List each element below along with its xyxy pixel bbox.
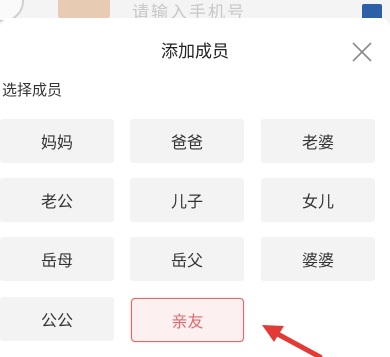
member-option-father-in-law-husband[interactable]: 公公	[0, 297, 114, 341]
member-option-husband[interactable]: 老公	[0, 178, 114, 222]
sheet-title: 添加成员	[161, 42, 229, 62]
screen: 请输入手机号 添加成员 选择成员 妈妈 爸爸 老婆 老公 儿子 女儿 岳母 岳父…	[0, 0, 390, 357]
member-option-mom[interactable]: 妈妈	[0, 119, 114, 163]
member-option-mother-in-law-wife[interactable]: 岳母	[0, 237, 114, 281]
member-option-dad[interactable]: 爸爸	[130, 119, 244, 163]
member-option-son[interactable]: 儿子	[130, 178, 244, 222]
member-option-father-in-law-wife[interactable]: 岳父	[130, 237, 244, 281]
section-label: 选择成员	[2, 81, 63, 99]
member-option-relatives-friends[interactable]: 亲友	[131, 298, 244, 342]
annotation-arrow-icon	[262, 325, 323, 357]
member-option-daughter[interactable]: 女儿	[261, 178, 375, 222]
member-option-mother-in-law-husband[interactable]: 婆婆	[261, 237, 375, 281]
close-icon[interactable]	[350, 40, 374, 64]
member-option-wife[interactable]: 老婆	[261, 119, 375, 163]
close-icon-glyph	[352, 42, 372, 62]
